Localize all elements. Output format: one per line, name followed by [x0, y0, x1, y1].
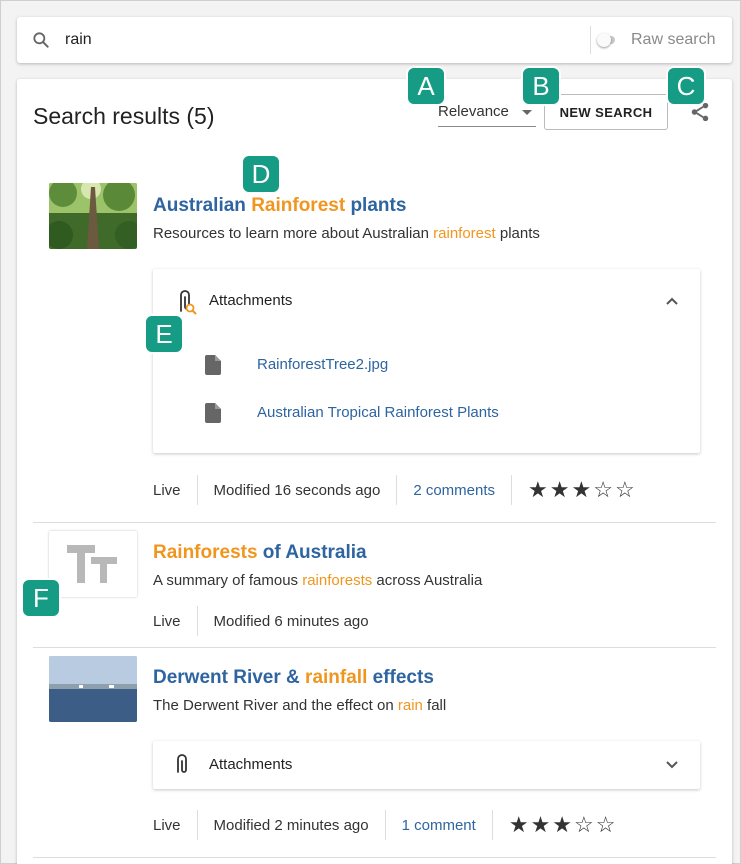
attachment-link[interactable]: Australian Tropical Rainforest Plants [257, 404, 499, 421]
title-text: of Australia [257, 542, 367, 563]
callout-d: D [241, 154, 281, 194]
search-divider [590, 26, 591, 54]
title-text: plants [345, 195, 407, 216]
file-icon [205, 355, 221, 375]
title-highlight: Rainforests [153, 542, 258, 563]
modified-label: Modified 6 minutes ago [213, 612, 369, 630]
result-meta: Live Modified 6 minutes ago [153, 605, 369, 637]
raw-search-label: Raw search [631, 31, 716, 48]
chevron-down-icon[interactable] [665, 758, 679, 772]
star-rating[interactable]: ★ ★ ★ ☆ ☆ [528, 477, 635, 503]
modified-label: Modified 2 minutes ago [213, 816, 369, 834]
desc-text: Resources to learn more about Australian [153, 225, 434, 242]
raw-search-toggle[interactable] [597, 30, 617, 50]
star-outline-icon[interactable]: ☆ [593, 477, 613, 503]
attachment-link[interactable]: RainforestTree2.jpg [257, 356, 388, 373]
result-title[interactable]: Rainforests of Australia [153, 542, 367, 564]
attachments-heading: Attachments [209, 756, 293, 773]
search-bar: rain Raw search [17, 17, 732, 63]
result-thumbnail[interactable] [49, 531, 137, 597]
result-meta: Live Modified 16 seconds ago 2 comments … [153, 474, 635, 506]
result-description: The Derwent River and the effect on rain… [153, 697, 446, 714]
callout-a: A [406, 66, 446, 106]
star-icon[interactable]: ★ [550, 477, 570, 503]
star-icon[interactable]: ★ [571, 477, 591, 503]
result-description: Resources to learn more about Australian… [153, 225, 540, 242]
title-highlight: rainfall [305, 667, 368, 688]
results-card: Search results (5) Relevance NEW SEARCH … [17, 79, 732, 864]
result-title[interactable]: Australian Rainforest plants [153, 195, 406, 217]
result-title[interactable]: Derwent River & rainfall effects [153, 667, 434, 689]
desc-text: across Australia [372, 572, 483, 589]
star-icon[interactable]: ★ [528, 477, 548, 503]
callout-f: F [21, 578, 61, 618]
new-search-button[interactable]: NEW SEARCH [544, 94, 668, 130]
status-label: Live [153, 816, 181, 834]
star-outline-icon[interactable]: ☆ [574, 812, 594, 838]
result-divider [33, 647, 716, 648]
comments-link[interactable]: 1 comment [402, 817, 476, 834]
desc-text: plants [495, 225, 540, 242]
attachment-search-icon [180, 290, 197, 315]
title-text: Derwent River & [153, 667, 306, 688]
star-icon[interactable]: ★ [552, 812, 572, 838]
chevron-down-icon [522, 110, 532, 115]
search-icon [33, 32, 49, 48]
title-text: effects [367, 667, 434, 688]
star-rating[interactable]: ★ ★ ★ ☆ ☆ [509, 812, 616, 838]
title-highlight: Rainforest [251, 195, 346, 216]
comments-link[interactable]: 2 comments [413, 482, 495, 499]
chevron-up-icon[interactable] [665, 294, 679, 308]
title-text: Australian [153, 195, 252, 216]
desc-highlight: rainforest [433, 225, 496, 242]
status-label: Live [153, 481, 181, 499]
result-thumbnail[interactable] [49, 183, 137, 249]
star-outline-icon[interactable]: ☆ [596, 812, 616, 838]
page-title: Search results (5) [33, 103, 215, 129]
callout-c: C [666, 66, 706, 106]
sort-select[interactable]: Relevance [438, 99, 536, 127]
star-icon[interactable]: ★ [509, 812, 529, 838]
search-input[interactable]: rain [65, 31, 92, 49]
callout-e: E [144, 314, 184, 354]
result-thumbnail[interactable] [49, 656, 137, 722]
status-label: Live [153, 612, 181, 630]
star-icon[interactable]: ★ [531, 812, 551, 838]
attachments-panel: Attachments RainforestTree2.jpg Australi… [153, 269, 700, 453]
modified-label: Modified 16 seconds ago [213, 481, 381, 499]
attachments-heading: Attachments [209, 292, 293, 309]
desc-text: The Derwent River and the effect on [153, 697, 398, 714]
result-divider [33, 522, 716, 523]
star-outline-icon[interactable]: ☆ [615, 477, 635, 503]
attachments-panel[interactable]: Attachments [153, 741, 700, 789]
desc-text: A summary of famous [153, 572, 303, 589]
desc-text: fall [422, 697, 447, 714]
paperclip-icon [177, 754, 187, 773]
file-icon [205, 403, 221, 423]
result-divider [33, 857, 716, 858]
desc-highlight: rain [397, 697, 423, 714]
sort-value: Relevance [438, 103, 509, 120]
desc-highlight: rainforests [302, 572, 373, 589]
result-description: A summary of famous rainforests across A… [153, 572, 482, 589]
result-meta: Live Modified 2 minutes ago 1 comment ★ ★… [153, 809, 616, 841]
callout-b: B [521, 66, 561, 106]
